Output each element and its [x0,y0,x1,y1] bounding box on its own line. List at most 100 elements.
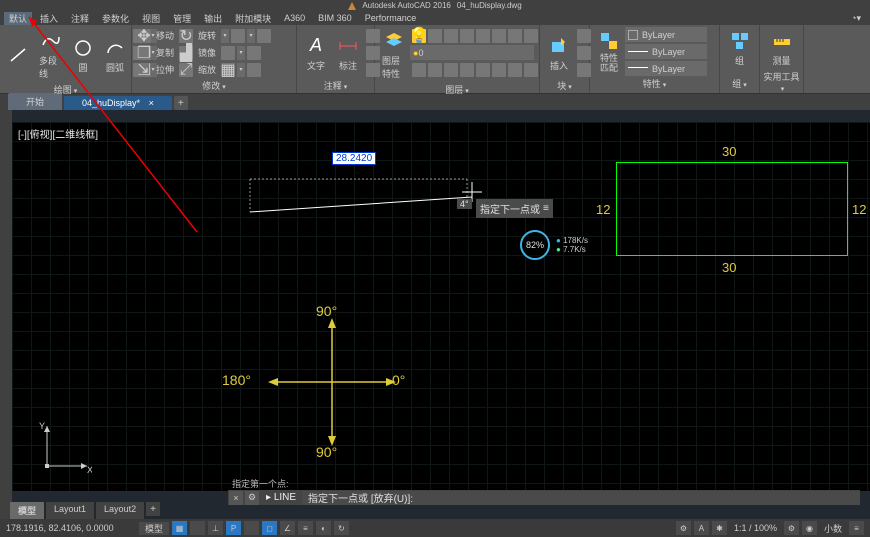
layout-tabs: 模型 Layout1 Layout2 + [10,502,160,519]
close-tab-icon[interactable]: × [149,98,154,108]
cmd-close-icon[interactable]: × [229,491,243,505]
snap-toggle-icon[interactable] [190,521,205,535]
lineweight-combo[interactable]: ByLayer [625,44,707,59]
tab-current-file[interactable]: 04_huDisplay* × [64,96,172,110]
panel-title-prop[interactable]: 特性 [593,76,716,91]
ucs-icon[interactable]: X Y [37,421,92,476]
net-up: ● 178K/s [556,236,588,245]
tab-insert[interactable]: 插入 [35,12,63,25]
compass-n: 90° [316,303,337,319]
stretch-icon[interactable]: ⇲ [137,63,151,77]
text-button[interactable]: A文字 [300,27,332,78]
svg-text:Y: Y [39,421,45,431]
iso-toggle-icon[interactable] [244,521,259,535]
command-line[interactable]: 指定第一个点: × ⚙ ▸ LINE [228,477,860,505]
panel-title-util[interactable]: 实用工具 [763,69,800,94]
fillet-icon[interactable] [221,46,235,60]
panel-utilities: 测量 实用工具 [760,25,804,93]
circle-button[interactable]: 圆 [67,27,99,82]
transparency-icon[interactable]: ◐ [316,521,331,535]
insert-button[interactable]: 插入 [543,27,575,78]
lwt-toggle-icon[interactable]: ≡ [298,521,313,535]
tab-default[interactable]: 默认 [4,12,32,25]
tab-parametric[interactable]: 参数化 [97,12,134,25]
panel-title-group[interactable]: 组 [723,76,756,91]
layout-model[interactable]: 模型 [10,502,44,519]
dim-button[interactable]: 标注 [332,27,364,78]
layer-properties-button[interactable]: 图层特性 [378,27,410,82]
annovis-icon[interactable]: ✱ [712,521,727,535]
copy-icon[interactable]: ❐ [137,46,151,60]
move-icon[interactable]: ✥ [137,29,151,43]
drawing-canvas[interactable]: [-][俯视][二维线框] 28.2420 4° 指定下一点或≡ 82% ● 1… [12,122,870,491]
workspace-icon[interactable]: ⚙ [676,521,691,535]
linetype-combo[interactable]: ByLayer [625,61,707,76]
hw-accel-icon[interactable]: ◉ [802,521,817,535]
dynamic-prompt: 指定下一点或≡ [476,199,553,218]
new-tab-button[interactable]: + [174,96,188,110]
annoscale-icon[interactable]: A [694,521,709,535]
polar-toggle-icon[interactable]: P [226,521,241,535]
panel-title-draw[interactable]: 绘图 [3,82,128,97]
dynamic-dim-input[interactable]: 28.2420 [332,152,376,165]
layout-add-button[interactable]: + [146,502,160,516]
sb-model[interactable]: 模型 [139,522,169,535]
panel-title-layer[interactable]: 图层 [378,82,536,97]
ws-switch-icon[interactable]: ⚙ [784,521,799,535]
menu-icon[interactable]: ≡ [543,203,549,214]
layer-combo[interactable]: ● 0 [410,45,534,60]
arc-icon [103,36,127,60]
tab-bim360[interactable]: BIM 360 [313,13,357,23]
layout-2[interactable]: Layout2 [96,502,144,519]
attribute-icon[interactable] [577,63,591,77]
color-combo[interactable]: ByLayer [625,27,707,42]
dimension-icon [336,34,360,58]
drawing-rectangle[interactable] [616,162,848,256]
polyline-button[interactable]: 多段线 [35,27,67,82]
mirror-icon[interactable]: ▟ [179,46,193,60]
tab-addins[interactable]: 附加模块 [230,12,276,25]
ribbon-help-icon[interactable]: ◔▾ [846,13,866,24]
cmd-input[interactable] [302,491,860,505]
match-properties-button[interactable]: 特性 匹配 [593,27,625,76]
panel-title-annot[interactable]: 注释 [300,78,371,93]
dim-right: 12 [852,202,866,217]
viewport-controls[interactable]: [-][俯视][二维线框] [18,126,98,141]
tab-view[interactable]: 视图 [137,12,165,25]
panel-modify: ✥移动↻旋转▾▾ ❐复制▟镜像▾ ⇲拉伸⤢缩放▦▾ 修改 [132,25,297,93]
tab-output[interactable]: 输出 [199,12,227,25]
performance-widget[interactable]: 82% ● 178K/s ● 7.7K/s [520,230,588,260]
tab-annotate[interactable]: 注释 [66,12,94,25]
scale-icon[interactable]: ⤢ [179,63,193,77]
title-file: 04_huDisplay.dwg [457,1,522,10]
bulb-icon[interactable]: 💡 [412,29,426,43]
unit-type[interactable]: 小数 [820,522,846,535]
text-icon: A [304,34,328,58]
ortho-toggle-icon[interactable]: ⊥ [208,521,223,535]
compass-cross [262,312,402,452]
tab-a360[interactable]: A360 [279,13,310,23]
trim-icon[interactable] [231,29,245,43]
measure-button[interactable]: 测量 [763,27,800,69]
panel-title-modify[interactable]: 修改 [135,78,293,93]
osnap-toggle-icon[interactable]: ◻ [262,521,277,535]
edit-block-icon[interactable] [577,46,591,60]
compass-e: 0° [392,372,405,388]
array-icon[interactable]: ▦ [221,63,235,77]
tab-manage[interactable]: 管理 [168,12,196,25]
tab-performance[interactable]: Performance [360,13,422,23]
cursor-coords: 178.1916, 82.4106, 0.0000 [6,523,136,533]
arc-button[interactable]: 圆弧 [99,27,131,82]
rotate-icon[interactable]: ↻ [179,29,193,43]
customize-icon[interactable]: ≡ [849,521,864,535]
panel-title-block[interactable]: 块 [543,78,586,93]
compass-s: 90° [316,444,337,460]
otrack-toggle-icon[interactable]: ∠ [280,521,295,535]
grid-toggle-icon[interactable]: ▦ [172,521,187,535]
layout-1[interactable]: Layout1 [46,502,94,519]
cmd-options-icon[interactable]: ⚙ [245,491,259,505]
cycling-icon[interactable]: ↻ [334,521,349,535]
zoom-display[interactable]: 1:1 / 100% [730,523,781,533]
create-block-icon[interactable] [577,29,591,43]
line-button[interactable] [3,27,35,82]
